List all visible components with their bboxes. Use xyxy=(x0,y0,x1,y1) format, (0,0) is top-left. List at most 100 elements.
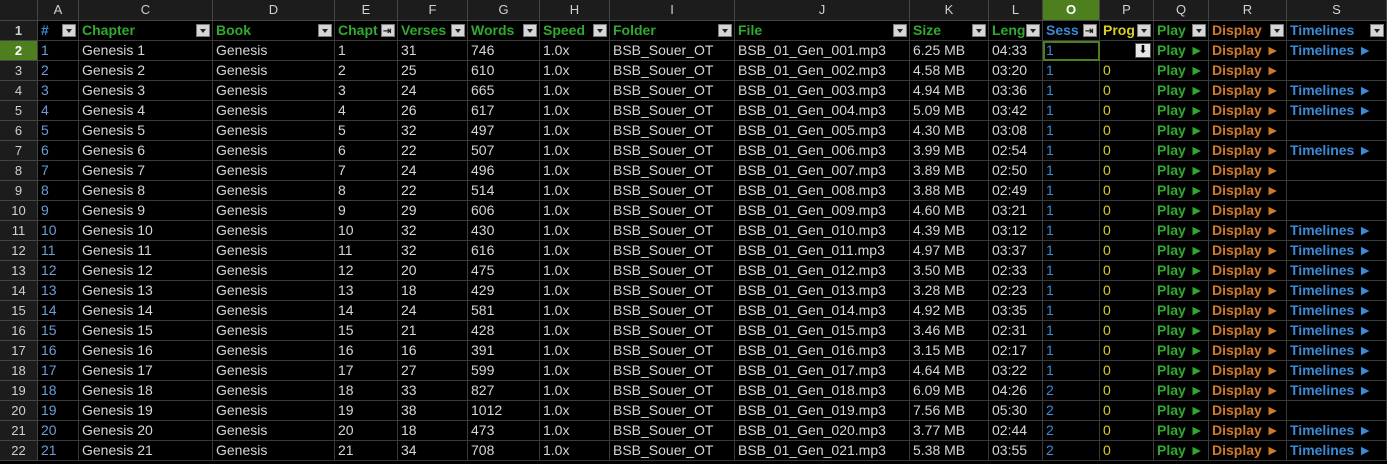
play-link[interactable]: Play ► xyxy=(1154,221,1209,241)
play-link[interactable]: Play ► xyxy=(1154,181,1209,201)
row-header[interactable]: 11 xyxy=(0,221,38,241)
filter-dropdown-words-icon[interactable] xyxy=(523,24,537,37)
column-header-d[interactable]: D xyxy=(213,0,335,21)
play-link[interactable]: Play ► xyxy=(1154,321,1209,341)
display-link[interactable]: Display ► xyxy=(1209,301,1287,321)
filter-dropdown-book-icon[interactable] xyxy=(318,24,332,37)
row-header[interactable]: 3 xyxy=(0,61,38,81)
play-link[interactable]: Play ► xyxy=(1154,261,1209,281)
column-header-r[interactable]: R xyxy=(1209,0,1287,21)
column-header-h[interactable]: H xyxy=(540,0,610,21)
play-link[interactable]: Play ► xyxy=(1154,41,1209,61)
timelines-link[interactable]: Timelines ► xyxy=(1287,141,1387,161)
column-header-l[interactable]: L xyxy=(989,0,1043,21)
row-header[interactable]: 18 xyxy=(0,361,38,381)
filter-dropdown-file-icon[interactable] xyxy=(893,24,907,37)
select-all-corner[interactable] xyxy=(0,0,38,21)
play-link[interactable]: Play ► xyxy=(1154,101,1209,121)
play-link[interactable]: Play ► xyxy=(1154,341,1209,361)
timelines-link[interactable]: Timelines ► xyxy=(1287,301,1387,321)
display-link[interactable]: Display ► xyxy=(1209,421,1287,441)
column-header-s[interactable]: S xyxy=(1287,0,1387,21)
active-cell[interactable]: 1 xyxy=(1043,41,1100,61)
play-link[interactable]: Play ► xyxy=(1154,301,1209,321)
column-header-j[interactable]: J xyxy=(735,0,910,21)
play-link[interactable]: Play ► xyxy=(1154,421,1209,441)
row-header[interactable]: 17 xyxy=(0,341,38,361)
display-link[interactable]: Display ► xyxy=(1209,161,1287,181)
filter-dropdown-play-icon[interactable] xyxy=(1192,24,1206,37)
play-link[interactable]: Play ► xyxy=(1154,361,1209,381)
row-header[interactable]: 16 xyxy=(0,321,38,341)
row-header[interactable]: 13 xyxy=(0,261,38,281)
timelines-link[interactable]: Timelines ► xyxy=(1287,241,1387,261)
play-link[interactable]: Play ► xyxy=(1154,201,1209,221)
timelines-link[interactable]: Timelines ► xyxy=(1287,381,1387,401)
column-header-a[interactable]: A xyxy=(38,0,79,21)
display-link[interactable]: Display ► xyxy=(1209,401,1287,421)
timelines-link[interactable]: Timelines ► xyxy=(1287,341,1387,361)
play-link[interactable]: Play ► xyxy=(1154,401,1209,421)
display-link[interactable]: Display ► xyxy=(1209,261,1287,281)
column-header-p[interactable]: P xyxy=(1100,0,1154,21)
display-link[interactable]: Display ► xyxy=(1209,221,1287,241)
row-header[interactable]: 19 xyxy=(0,381,38,401)
filter-dropdown-timelines-icon[interactable] xyxy=(1370,24,1384,37)
filter-dropdown-verses-icon[interactable] xyxy=(451,24,465,37)
row-header[interactable]: 9 xyxy=(0,181,38,201)
row-header[interactable]: 20 xyxy=(0,401,38,421)
timelines-link[interactable]: Timelines ► xyxy=(1287,221,1387,241)
display-link[interactable]: Display ► xyxy=(1209,361,1287,381)
column-header-g[interactable]: G xyxy=(468,0,540,21)
timelines-link[interactable]: Timelines ► xyxy=(1287,81,1387,101)
play-link[interactable]: Play ► xyxy=(1154,241,1209,261)
play-link[interactable]: Play ► xyxy=(1154,61,1209,81)
display-link[interactable]: Display ► xyxy=(1209,441,1287,461)
play-link[interactable]: Play ► xyxy=(1154,441,1209,461)
display-link[interactable]: Display ► xyxy=(1209,201,1287,221)
timelines-link[interactable]: Timelines ► xyxy=(1287,281,1387,301)
column-header-f[interactable]: F xyxy=(398,0,468,21)
timelines-link[interactable]: Timelines ► xyxy=(1287,321,1387,341)
play-link[interactable]: Play ► xyxy=(1154,161,1209,181)
play-link[interactable]: Play ► xyxy=(1154,381,1209,401)
display-link[interactable]: Display ► xyxy=(1209,121,1287,141)
row-header[interactable]: 4 xyxy=(0,81,38,101)
display-link[interactable]: Display ► xyxy=(1209,381,1287,401)
play-link[interactable]: Play ► xyxy=(1154,281,1209,301)
row-header[interactable]: 5 xyxy=(0,101,38,121)
filter-dropdown-speed-icon[interactable] xyxy=(593,24,607,37)
play-link[interactable]: Play ► xyxy=(1154,141,1209,161)
display-link[interactable]: Display ► xyxy=(1209,101,1287,121)
filter-dropdown-sess-icon[interactable] xyxy=(1083,22,1097,40)
row-header[interactable]: 12 xyxy=(0,241,38,261)
row-header[interactable]: 8 xyxy=(0,161,38,181)
filter-dropdown-id-icon[interactable] xyxy=(62,24,76,37)
filter-dropdown-prog-icon[interactable] xyxy=(1137,24,1151,37)
play-link[interactable]: Play ► xyxy=(1154,81,1209,101)
row-header[interactable]: 2 xyxy=(0,41,38,61)
timelines-link[interactable]: Timelines ► xyxy=(1287,261,1387,281)
display-link[interactable]: Display ► xyxy=(1209,141,1287,161)
display-link[interactable]: Display ► xyxy=(1209,281,1287,301)
row-header[interactable]: 14 xyxy=(0,281,38,301)
row-header[interactable]: 10 xyxy=(0,201,38,221)
column-header-k[interactable]: K xyxy=(910,0,989,21)
row-header[interactable]: 21 xyxy=(0,421,38,441)
column-header-i[interactable]: I xyxy=(610,0,735,21)
spreadsheet-grid[interactable]: ACDEFGHIJKLOPQRS1#ChapterBookChaptVerses… xyxy=(0,0,1387,464)
display-link[interactable]: Display ► xyxy=(1209,181,1287,201)
column-header-e[interactable]: E xyxy=(335,0,398,21)
display-link[interactable]: Display ► xyxy=(1209,341,1287,361)
display-link[interactable]: Display ► xyxy=(1209,321,1287,341)
timelines-link[interactable]: Timelines ► xyxy=(1287,101,1387,121)
row-header[interactable]: 7 xyxy=(0,141,38,161)
row-header[interactable]: 22 xyxy=(0,441,38,461)
filter-dropdown-chapnum-icon[interactable] xyxy=(381,22,395,40)
column-header-q[interactable]: Q xyxy=(1154,0,1209,21)
filter-dropdown-size-icon[interactable] xyxy=(972,24,986,37)
timelines-link[interactable]: Timelines ► xyxy=(1287,421,1387,441)
column-header-c[interactable]: C xyxy=(79,0,213,21)
column-header-o[interactable]: O xyxy=(1043,0,1100,21)
display-link[interactable]: Display ► xyxy=(1209,41,1287,61)
